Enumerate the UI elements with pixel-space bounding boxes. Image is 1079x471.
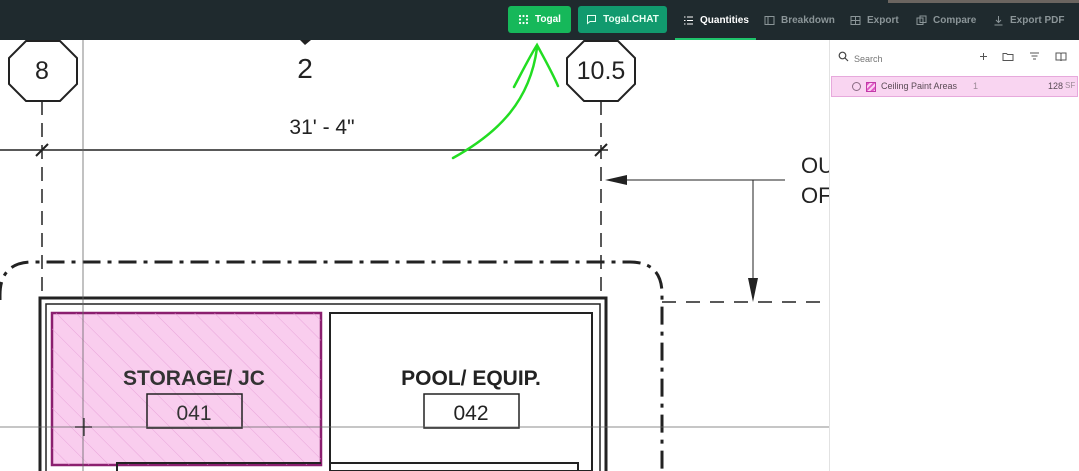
plus-icon[interactable]	[977, 51, 989, 63]
quantity-name: Ceiling Paint Areas	[881, 81, 958, 91]
quantity-row-ceiling-paint[interactable]: Ceiling Paint Areas 1 128 SF	[831, 76, 1078, 97]
search-input[interactable]	[852, 50, 976, 68]
blueprint-canvas[interactable]: 8 2 10.5 31' - 4" OU OF STORAGE/ JC 041 …	[0, 40, 829, 471]
togal-button[interactable]: Togal	[508, 6, 571, 33]
togal-chat-button-label: Togal.CHAT	[603, 14, 659, 25]
tab-quantities-label: Quantities	[700, 14, 749, 26]
tab-breakdown-label: Breakdown	[781, 14, 835, 26]
room-pool-name: POOL/ EQUIP.	[401, 367, 541, 390]
quantity-unit: SF	[1065, 81, 1076, 90]
checkbox-circle-icon[interactable]	[852, 82, 861, 91]
grid-marker-10-5-label: 10.5	[577, 57, 626, 85]
side-note-line-1: OU	[801, 153, 829, 178]
tab-export[interactable]: Export	[850, 0, 899, 40]
tab-breakdown[interactable]: Breakdown	[764, 0, 835, 40]
togal-button-label: Togal	[535, 14, 561, 25]
export-pdf-label: Export PDF	[1010, 14, 1065, 26]
book-icon[interactable]	[1055, 51, 1067, 63]
download-icon	[993, 15, 1004, 26]
top-toolbar: Togal Togal.CHAT Quantities Breakdown Ex…	[0, 0, 1079, 40]
search-icon	[837, 51, 849, 63]
panel-search-row	[830, 40, 1079, 74]
tab-compare-label: Compare	[933, 14, 977, 26]
tab-quantities[interactable]: Quantities	[683, 0, 749, 40]
hatch-swatch-icon	[866, 82, 876, 92]
breakdown-icon	[764, 15, 775, 26]
grid-marker-2-label: 2	[297, 53, 313, 84]
chat-icon	[586, 14, 597, 25]
export-pdf-button[interactable]: Export PDF	[993, 0, 1064, 40]
room-storage-number: 041	[176, 402, 211, 425]
togal-chat-button[interactable]: Togal.CHAT	[578, 6, 667, 33]
room-storage-name: STORAGE/ JC	[123, 367, 265, 390]
dimension-label: 31' - 4"	[289, 116, 354, 139]
quantities-panel: Ceiling Paint Areas 1 128 SF	[829, 40, 1079, 471]
table-icon	[850, 15, 861, 26]
quantity-count: 1	[973, 81, 979, 91]
tab-export-label: Export	[867, 14, 899, 26]
filter-icon[interactable]	[1028, 51, 1040, 63]
blueprint-drawing: 8 2 10.5 31' - 4" OU OF STORAGE/ JC 041 …	[0, 40, 829, 471]
grid-marker-8-label: 8	[35, 57, 49, 85]
quantity-value: 128	[1048, 81, 1064, 91]
side-note-line-2: OF	[801, 183, 829, 208]
grid-dots-icon	[518, 14, 529, 25]
tab-compare[interactable]: Compare	[916, 0, 976, 40]
folder-icon[interactable]	[1002, 51, 1014, 63]
room-pool-number: 042	[453, 402, 488, 425]
annotation-arrow	[451, 42, 560, 160]
compare-icon	[916, 15, 927, 26]
grid-marker-2-tip	[300, 40, 311, 45]
list-icon	[683, 15, 694, 26]
